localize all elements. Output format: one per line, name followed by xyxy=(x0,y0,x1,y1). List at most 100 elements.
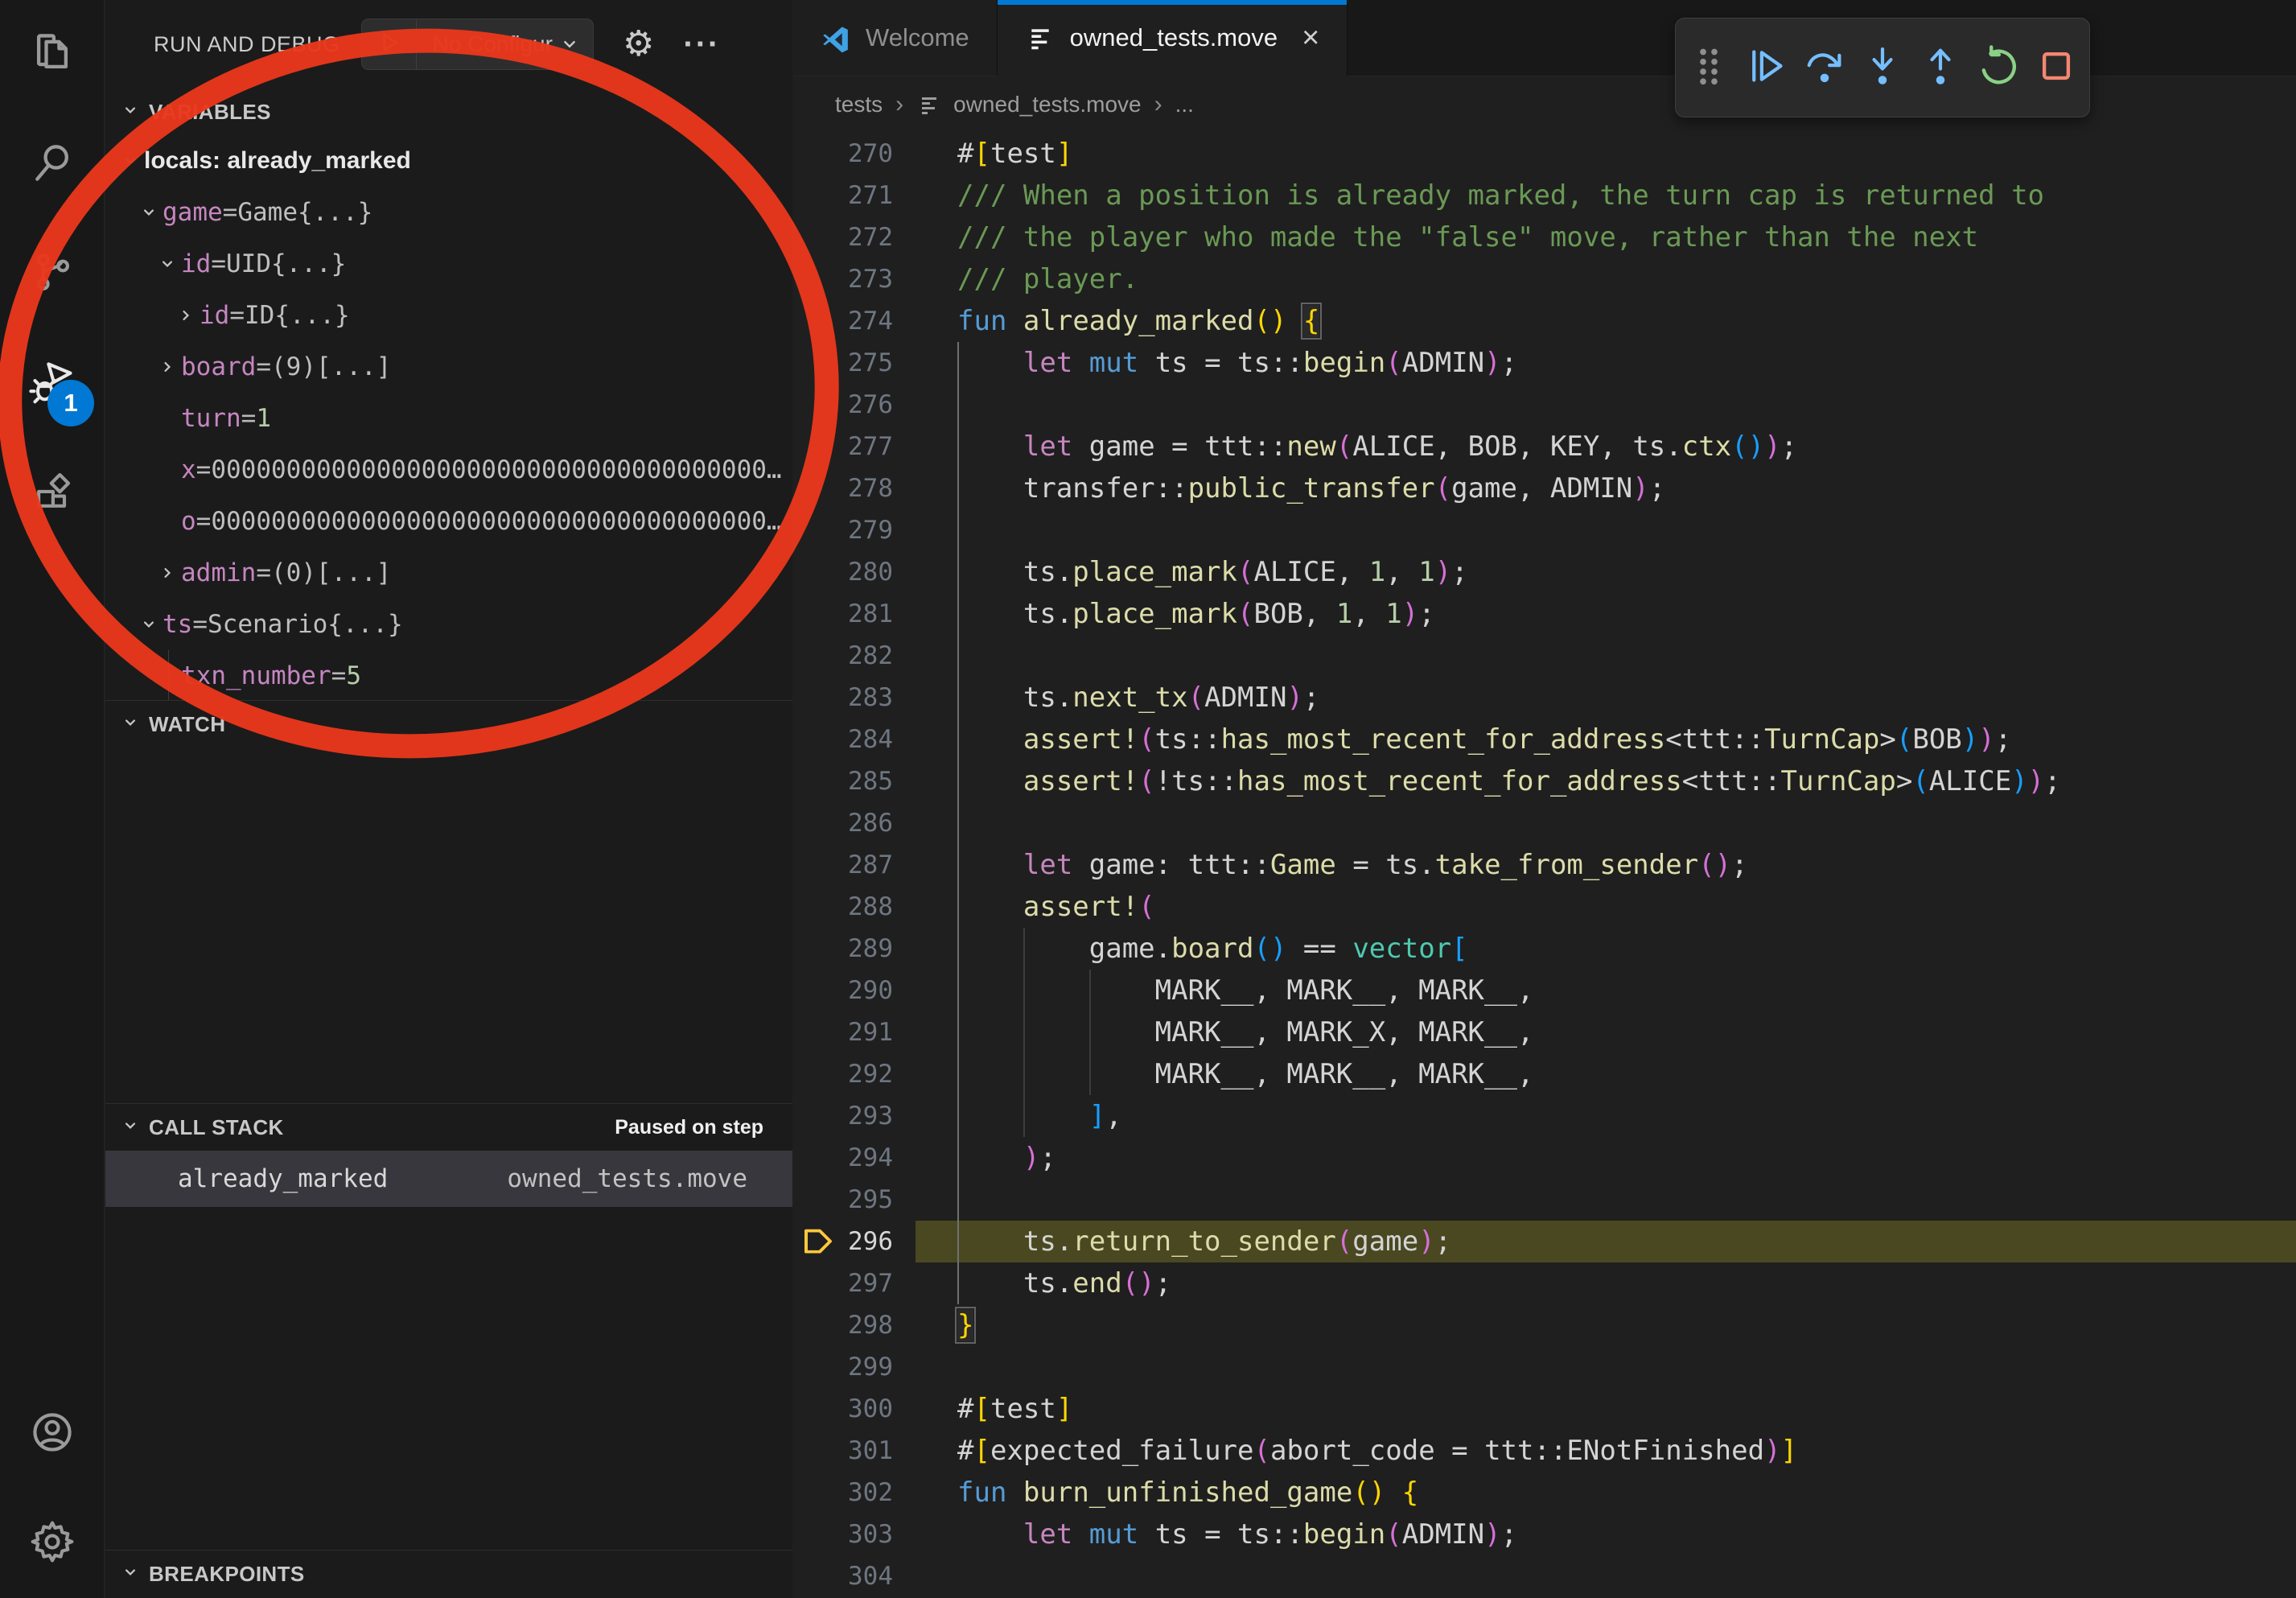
more-actions-icon[interactable]: ··· xyxy=(683,27,720,63)
chevron-down-icon[interactable] xyxy=(135,202,163,223)
code-line-content[interactable]: let mut ts = ts::begin(ADMIN); xyxy=(916,342,2296,384)
code-line-content[interactable]: MARK__, MARK__, MARK__, xyxy=(916,970,2296,1011)
code-line-content[interactable]: } xyxy=(916,1304,2296,1346)
code-line-content[interactable]: ); xyxy=(916,1137,2296,1179)
breakpoints-section-header[interactable]: BREAKPOINTS xyxy=(105,1551,792,1597)
variables-section-header[interactable]: VARIABLES xyxy=(105,89,792,135)
code-line-content[interactable]: ], xyxy=(916,1095,2296,1137)
activity-bar-item-run-and-debug[interactable]: 1 xyxy=(0,328,104,438)
variable-row[interactable]: id = ID{...} xyxy=(105,290,792,341)
step-over-button[interactable] xyxy=(1800,43,1850,93)
code-line-content[interactable]: ts.place_mark(BOB, 1, 1); xyxy=(916,593,2296,635)
code-line-content[interactable]: let game = ttt::new(ALICE, BOB, KEY, ts.… xyxy=(916,426,2296,467)
call-stack-frame-row[interactable]: already_marked owned_tests.move xyxy=(105,1151,792,1207)
line-number[interactable]: 276 xyxy=(793,384,916,426)
continue-button[interactable] xyxy=(1742,43,1792,93)
line-number[interactable]: 277 xyxy=(793,426,916,467)
code-line-content[interactable]: transfer::public_transfer(game, ADMIN); xyxy=(916,467,2296,509)
code-line-content[interactable] xyxy=(916,635,2296,677)
line-number[interactable]: 274 xyxy=(793,300,916,342)
line-number[interactable]: 272 xyxy=(793,216,916,258)
code-line-content[interactable]: ts.place_mark(ALICE, 1, 1); xyxy=(916,551,2296,593)
activity-bar-item-extensions[interactable] xyxy=(0,438,104,547)
code-line-content[interactable]: ts.next_tx(ADMIN); xyxy=(916,677,2296,719)
line-number[interactable]: 273 xyxy=(793,258,916,300)
line-number[interactable]: 304 xyxy=(793,1555,916,1597)
code-line-content[interactable]: assert!(ts::has_most_recent_for_address<… xyxy=(916,719,2296,760)
code-line-content[interactable]: fun burn_unfinished_game() { xyxy=(916,1472,2296,1514)
code-line-content[interactable]: let game: ttt::Game = ts.take_from_sende… xyxy=(916,844,2296,886)
tab-owned-tests-move[interactable]: owned_tests.move × xyxy=(998,0,1348,76)
variable-row[interactable]: o = 000000000000000000000000000000000000… xyxy=(105,496,792,547)
line-number[interactable]: 303 xyxy=(793,1514,916,1555)
line-number[interactable]: 300 xyxy=(793,1388,916,1430)
stop-button[interactable] xyxy=(2031,43,2081,93)
chevron-right-icon[interactable] xyxy=(154,562,181,583)
code-line-content[interactable]: assert!( xyxy=(916,886,2296,928)
chevron-down-icon[interactable] xyxy=(154,253,181,274)
chevron-down-icon[interactable] xyxy=(117,150,144,171)
variable-row[interactable]: x = 000000000000000000000000000000000000… xyxy=(105,444,792,496)
line-number[interactable]: 281 xyxy=(793,593,916,635)
activity-bar-item-explorer[interactable] xyxy=(0,0,104,109)
code-line-content[interactable]: /// When a position is already marked, t… xyxy=(916,175,2296,216)
code-line-content[interactable]: MARK__, MARK__, MARK__, xyxy=(916,1053,2296,1095)
breadcrumb-symbol[interactable]: ... xyxy=(1175,92,1194,117)
config-dropdown-label[interactable]: No Configur xyxy=(417,31,558,57)
activity-bar-item-settings[interactable] xyxy=(0,1489,104,1598)
variable-row[interactable]: ts = Scenario{...} xyxy=(105,599,792,650)
line-number[interactable]: 285 xyxy=(793,760,916,802)
code-line-content[interactable]: /// player. xyxy=(916,258,2296,300)
restart-button[interactable] xyxy=(1973,43,2023,93)
line-number[interactable]: 286 xyxy=(793,802,916,844)
line-number[interactable]: 298 xyxy=(793,1304,916,1346)
code-line-content[interactable] xyxy=(916,1179,2296,1221)
line-number[interactable]: 295 xyxy=(793,1179,916,1221)
line-number[interactable]: 289 xyxy=(793,928,916,970)
tab-welcome[interactable]: Welcome xyxy=(793,0,998,76)
line-number[interactable]: 287 xyxy=(793,844,916,886)
line-number[interactable]: 288 xyxy=(793,886,916,928)
line-number[interactable]: 271 xyxy=(793,175,916,216)
breadcrumb-tests[interactable]: tests xyxy=(835,92,883,117)
code-line-content[interactable]: #[expected_failure(abort_code = ttt::ENo… xyxy=(916,1430,2296,1472)
launch-config-dropdown[interactable]: No Configur xyxy=(361,19,594,70)
line-number[interactable]: 283 xyxy=(793,677,916,719)
close-tab-icon[interactable]: × xyxy=(1302,23,1319,53)
code-line-content[interactable]: fun already_marked() { xyxy=(916,300,2296,342)
variable-row[interactable]: turn = 1 xyxy=(105,393,792,444)
code-line-content[interactable]: let mut ts = ts::begin(ADMIN); xyxy=(916,1514,2296,1555)
line-number[interactable]: 275 xyxy=(793,342,916,384)
line-number[interactable]: 278 xyxy=(793,467,916,509)
chevron-down-icon[interactable] xyxy=(135,614,163,635)
code-line-content[interactable]: ts.return_to_sender(game); xyxy=(916,1221,2296,1262)
variable-row[interactable]: txn_number = 5 xyxy=(105,650,792,700)
code-line-content[interactable]: MARK__, MARK_X, MARK__, xyxy=(916,1011,2296,1053)
code-line-content[interactable] xyxy=(916,802,2296,844)
line-number[interactable]: 279 xyxy=(793,509,916,551)
drag-handle[interactable] xyxy=(1684,43,1734,93)
line-number[interactable]: 301 xyxy=(793,1430,916,1472)
code-line-content[interactable] xyxy=(916,384,2296,426)
watch-section-header[interactable]: WATCH xyxy=(105,701,792,748)
variable-row[interactable]: id = UID{...} xyxy=(105,238,792,290)
line-number[interactable]: 291 xyxy=(793,1011,916,1053)
code-line-content[interactable]: #[test] xyxy=(916,133,2296,175)
line-number[interactable]: 284 xyxy=(793,719,916,760)
line-number[interactable]: 280 xyxy=(793,551,916,593)
start-debug-button[interactable] xyxy=(362,19,417,69)
code-line-content[interactable]: /// the player who made the "false" move… xyxy=(916,216,2296,258)
code-line-content[interactable] xyxy=(916,509,2296,551)
code-line-content[interactable] xyxy=(916,1346,2296,1388)
variable-row[interactable]: locals: already_marked xyxy=(105,135,792,187)
activity-bar-item-search[interactable] xyxy=(0,109,104,219)
line-number[interactable]: 270 xyxy=(793,133,916,175)
line-number[interactable]: 297 xyxy=(793,1262,916,1304)
call-stack-section-header[interactable]: CALL STACK Paused on step xyxy=(105,1104,792,1151)
variable-row[interactable]: game = Game{...} xyxy=(105,187,792,238)
code-line-content[interactable]: assert!(!ts::has_most_recent_for_address… xyxy=(916,760,2296,802)
activity-bar-item-source-control[interactable] xyxy=(0,219,104,328)
line-number[interactable]: 293 xyxy=(793,1095,916,1137)
code-line-content[interactable]: game.board() == vector[ xyxy=(916,928,2296,970)
line-number[interactable]: 282 xyxy=(793,635,916,677)
